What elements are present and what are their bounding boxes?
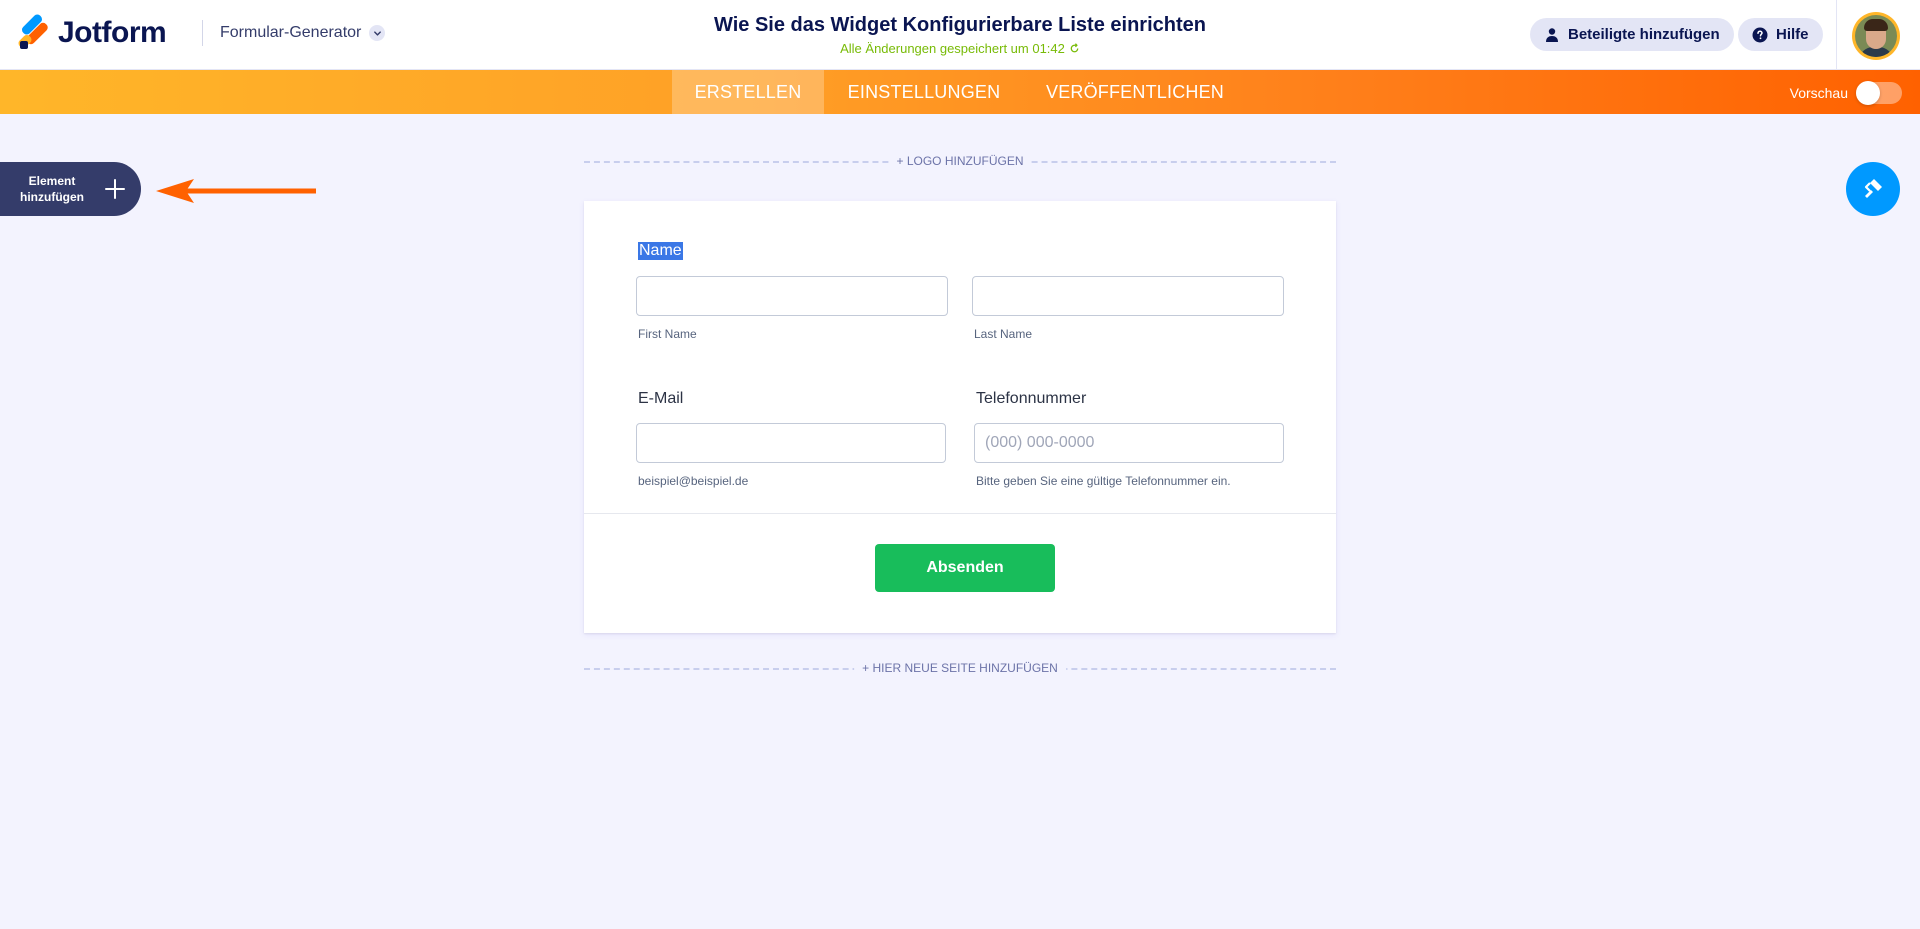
user-avatar[interactable] — [1852, 12, 1900, 60]
help-button[interactable]: Hilfe — [1738, 18, 1823, 51]
email-field-label: E-Mail — [638, 390, 684, 407]
preview-toggle[interactable] — [1856, 81, 1902, 105]
name-field-label[interactable]: Name — [638, 242, 683, 260]
add-logo-label: + LOGO HINZUFÜGEN — [888, 154, 1032, 168]
form-card: Name First Name Last Name E-Mail Telefon… — [584, 201, 1336, 633]
add-logo-bar[interactable]: + LOGO HINZUFÜGEN — [584, 154, 1336, 170]
jotform-logo[interactable]: Jotform — [16, 12, 167, 51]
builder-menu-dropdown[interactable]: Formular-Generator — [220, 24, 386, 42]
tab-settings[interactable]: EINSTELLUNGEN — [824, 70, 1024, 114]
builder-nav-bar: ERSTELLEN EINSTELLUNGEN VERÖFFENTLICHEN … — [0, 70, 1920, 114]
help-label: Hilfe — [1776, 26, 1809, 43]
add-element-button[interactable]: Element hinzufügen — [0, 162, 141, 216]
add-element-label: Element hinzufügen — [0, 173, 104, 205]
saved-status-text: Alle Änderungen gespeichert um 01:42 — [840, 41, 1065, 56]
logo-text: Jotform — [58, 16, 167, 49]
add-element-label-line1: Element — [28, 174, 76, 188]
user-icon — [1546, 27, 1558, 42]
paint-roller-icon — [1864, 179, 1882, 198]
chevron-down-icon — [369, 25, 386, 41]
saved-status: Alle Änderungen gespeichert um 01:42 — [840, 41, 1080, 56]
question-circle-icon — [1752, 27, 1768, 42]
email-sublabel: beispiel@beispiel.de — [638, 474, 749, 488]
jotform-logo-icon — [16, 12, 50, 50]
last-name-input[interactable] — [972, 276, 1284, 316]
add-page-bar[interactable]: + HIER NEUE SEITE HINZUFÜGEN — [584, 661, 1336, 677]
form-divider — [584, 513, 1336, 514]
phone-input[interactable]: (000) 000-0000 — [974, 423, 1284, 463]
phone-sublabel: Bitte geben Sie eine gültige Telefonnumm… — [976, 474, 1231, 488]
add-collaborators-label: Beteiligte hinzufügen — [1568, 26, 1720, 43]
header-divider — [202, 20, 203, 46]
plus-icon — [105, 179, 125, 199]
avatar-photo — [1855, 15, 1897, 57]
preview-label: Vorschau — [1789, 85, 1848, 101]
first-name-sublabel: First Name — [638, 327, 697, 341]
header-divider-right — [1836, 0, 1837, 70]
annotation-arrow — [156, 179, 316, 203]
form-title[interactable]: Wie Sie das Widget Konfigurierbare Liste… — [660, 14, 1260, 37]
form-title-block: Wie Sie das Widget Konfigurierbare Liste… — [660, 14, 1260, 58]
add-element-label-line2: hinzufügen — [20, 190, 84, 204]
add-collaborators-button[interactable]: Beteiligte hinzufügen — [1530, 18, 1734, 51]
first-name-input[interactable] — [636, 276, 948, 316]
tab-publish[interactable]: VERÖFFENTLICHEN — [1024, 70, 1246, 114]
add-page-label: + HIER NEUE SEITE HINZUFÜGEN — [854, 661, 1066, 675]
builder-menu-label: Formular-Generator — [220, 24, 362, 41]
tab-build[interactable]: ERSTELLEN — [672, 70, 824, 114]
email-input[interactable] — [636, 423, 946, 463]
form-designer-button[interactable] — [1846, 162, 1900, 216]
toggle-knob — [1856, 81, 1880, 105]
submit-button[interactable]: Absenden — [875, 544, 1055, 592]
refresh-icon — [1070, 43, 1079, 53]
preview-toggle-group: Vorschau — [1789, 81, 1902, 105]
last-name-sublabel: Last Name — [974, 327, 1033, 341]
phone-field-label: Telefonnummer — [976, 390, 1087, 407]
top-header: Jotform Formular-Generator Wie Sie das W… — [0, 0, 1920, 70]
